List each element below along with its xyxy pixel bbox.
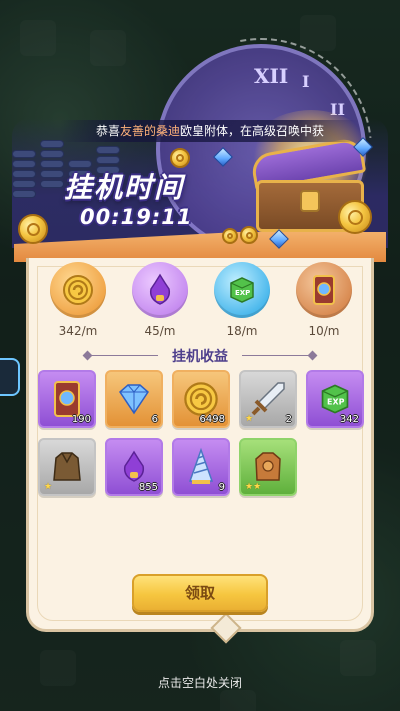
reward-quantity: 190 [71, 414, 91, 425]
reward-item[interactable]: ★ 2 [239, 370, 297, 428]
reward-quantity: 2 [285, 414, 292, 425]
side-event-badge[interactable] [0, 358, 20, 396]
clock-numeral: I [302, 72, 310, 91]
reward-item[interactable]: 6498 [172, 370, 230, 428]
reward-item[interactable]: 855 [105, 438, 163, 496]
reward-item[interactable]: 6 [105, 370, 163, 428]
leather-armor-icon [53, 452, 81, 481]
income-rates: 342/m 45/m EXP 18/m 10/m [44, 262, 356, 342]
exp-cube-icon: EXP [230, 277, 254, 303]
svg-text:EXP: EXP [235, 289, 250, 297]
rarity-stars: ★ [245, 414, 254, 424]
claim-button[interactable]: 领取 [132, 574, 268, 612]
rewards-grid: 190 6 6498 ★ 2 EXP 342 ★ 855 9 ★★ [38, 370, 364, 500]
sword-icon [251, 382, 285, 416]
gold-coin-icon [338, 200, 372, 234]
rate-potion: 45/m [130, 262, 190, 338]
rate-value: 10/m [308, 324, 340, 338]
rate-value: 342/m [58, 324, 98, 338]
reward-quantity: 342 [339, 414, 359, 425]
reward-item[interactable]: ★ [38, 438, 96, 496]
reward-item[interactable]: ★★ [239, 438, 297, 496]
idle-timer: 00:19:11 [80, 205, 193, 229]
rate-value: 45/m [144, 324, 176, 338]
gold-coin-icon [184, 382, 218, 416]
rate-gold: 342/m [48, 262, 108, 338]
reward-item[interactable]: EXP 342 [306, 370, 364, 428]
hero-card-icon [313, 275, 335, 305]
gold-coin-icon [18, 214, 48, 244]
close-hint: 点击空白处关闭 [157, 676, 242, 690]
purple-potion-icon [149, 273, 171, 305]
spiral-horn-icon [188, 447, 214, 484]
reward-quantity: 6498 [199, 414, 225, 425]
reward-quantity: 855 [138, 482, 158, 493]
announcement-player-name: 友善的桑迪 [119, 124, 180, 138]
gold-coin-icon [63, 275, 93, 305]
gold-coin-icon [240, 226, 258, 244]
clock-numeral: XII [254, 64, 289, 88]
purple-potion-icon [123, 450, 145, 482]
bronze-armor-icon [255, 452, 281, 481]
announcement-prefix: 恭喜 [95, 124, 120, 138]
rate-card: 10/m [294, 262, 354, 338]
exp-cube-icon: EXP [321, 384, 349, 414]
section-heading: 挂机收益 [40, 346, 360, 366]
section-title: 挂机收益 [172, 349, 228, 365]
reward-quantity: 6 [151, 414, 158, 425]
reward-quantity: 9 [218, 482, 225, 493]
svg-text:EXP: EXP [327, 398, 345, 407]
announcement-suffix: 欧皇附体，在高级召唤中获 [180, 124, 325, 138]
hero-card-icon [54, 381, 80, 417]
reward-item[interactable]: 9 [172, 438, 230, 496]
rate-value: 18/m [226, 324, 258, 338]
reward-item[interactable]: 190 [38, 370, 96, 428]
idle-title: 挂机时间 [64, 171, 185, 204]
rarity-stars: ★ [44, 482, 53, 492]
gold-coin-icon [170, 148, 190, 168]
rate-exp: EXP 18/m [212, 262, 272, 338]
gold-coin-icon [222, 228, 238, 244]
rarity-stars: ★★ [245, 482, 262, 492]
announcement-marquee: 恭喜友善的桑迪欧皇附体，在高级召唤中获 [60, 120, 360, 142]
diamond-gem-icon [119, 384, 149, 415]
